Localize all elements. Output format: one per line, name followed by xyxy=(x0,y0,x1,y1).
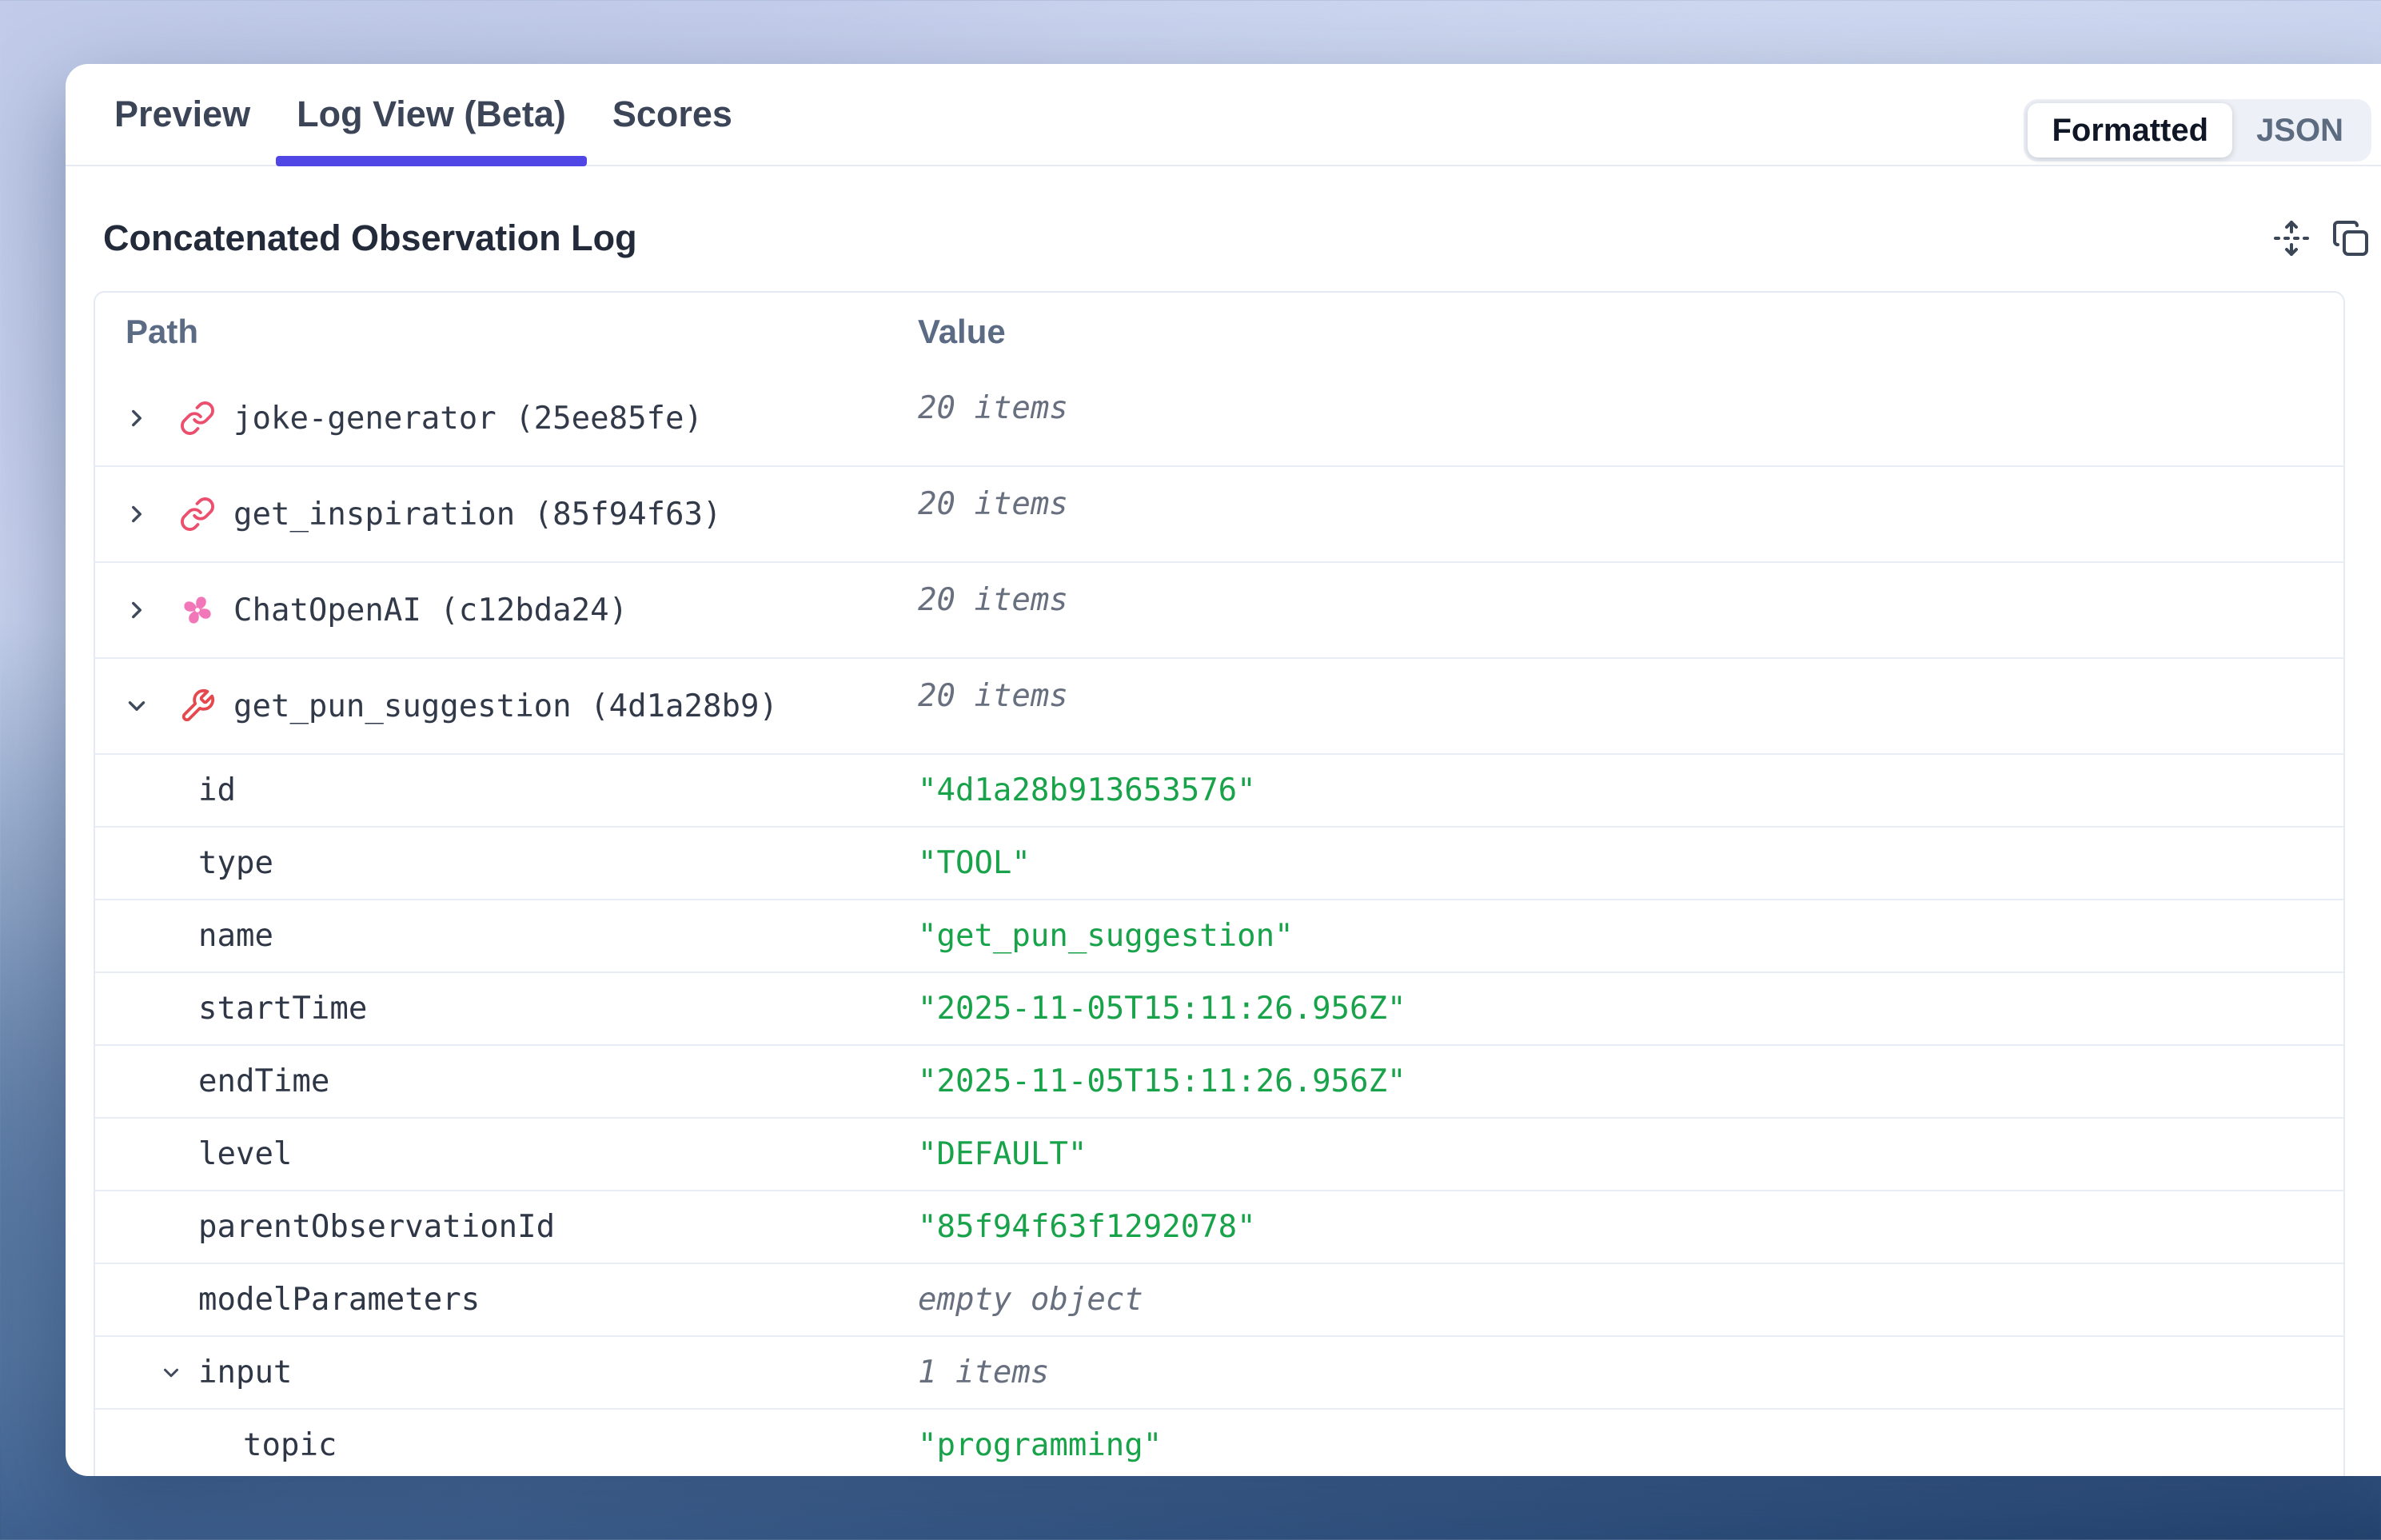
chevron-right-icon[interactable] xyxy=(123,501,150,528)
tab-bar: Preview Log View (Beta) Scores Formatted… xyxy=(66,64,2381,166)
value-cell: "DEFAULT" xyxy=(918,1119,2343,1190)
chevron-right-icon[interactable] xyxy=(123,596,150,624)
tree-row[interactable]: input 1 items xyxy=(95,1335,2343,1408)
section-title: Concatenated Observation Log xyxy=(103,217,637,259)
value-cell: "2025-11-05T15:11:26.956Z" xyxy=(918,1046,2343,1117)
value-cell: "programming" xyxy=(918,1410,2343,1476)
key-label: parentObservationId xyxy=(198,1209,555,1245)
chevron-down-icon[interactable] xyxy=(159,1361,183,1385)
section-header: Concatenated Observation Log xyxy=(103,217,2370,259)
tab-scores[interactable]: Scores xyxy=(592,64,753,165)
generation-icon xyxy=(179,592,216,628)
tree-row[interactable]: joke-generator (25ee85fe) 20 items xyxy=(95,371,2343,465)
value-cell: 20 items xyxy=(918,563,2343,657)
section-actions xyxy=(2272,219,2370,257)
path-cell: parentObservationId xyxy=(95,1191,918,1263)
tree-row: id "4d1a28b913653576" xyxy=(95,753,2343,826)
meta-value: 20 items xyxy=(918,390,1068,426)
path-cell: level xyxy=(95,1119,918,1190)
path-cell: startTime xyxy=(95,973,918,1044)
key-label: type xyxy=(198,845,273,881)
tree-row[interactable]: get_pun_suggestion (4d1a28b9) 20 items xyxy=(95,657,2343,753)
path-cell: ChatOpenAI (c12bda24) xyxy=(95,563,918,657)
node-label: get_inspiration (85f94f63) xyxy=(233,497,721,533)
tree-row[interactable]: get_inspiration (85f94f63) 20 items xyxy=(95,465,2343,561)
column-header-value: Value xyxy=(918,293,2343,371)
meta-value: 20 items xyxy=(918,678,1068,714)
wrench-icon xyxy=(179,688,216,724)
string-value: "TOOL" xyxy=(918,845,1031,881)
observation-log-table: Path Value joke-generator (25ee85fe) 20 i… xyxy=(94,291,2345,1476)
path-cell: type xyxy=(95,828,918,899)
string-value: "programming" xyxy=(918,1427,1162,1463)
meta-value: empty object xyxy=(918,1282,1143,1318)
key-label: topic xyxy=(243,1427,337,1463)
meta-value: 20 items xyxy=(918,582,1068,618)
link-icon xyxy=(179,400,216,437)
meta-value: 20 items xyxy=(918,486,1068,522)
path-cell: name xyxy=(95,900,918,971)
value-cell: "get_pun_suggestion" xyxy=(918,900,2343,971)
key-label: id xyxy=(198,772,236,808)
toggle-option-json[interactable]: JSON xyxy=(2232,103,2367,158)
tree-row: topic "programming" xyxy=(95,1408,2343,1476)
column-header-path: Path xyxy=(95,293,918,371)
copy-icon xyxy=(2331,247,2370,261)
format-toggle: Formatted JSON xyxy=(2024,99,2371,162)
string-value: "85f94f63f1292078" xyxy=(918,1209,1256,1245)
path-cell: get_inspiration (85f94f63) xyxy=(95,467,918,561)
node-label: ChatOpenAI (c12bda24) xyxy=(233,592,628,628)
expand-all-button[interactable] xyxy=(2272,219,2311,257)
tab-preview[interactable]: Preview xyxy=(94,64,271,165)
value-cell: empty object xyxy=(918,1264,2343,1335)
key-label: modelParameters xyxy=(198,1282,480,1318)
key-label: level xyxy=(198,1136,292,1172)
copy-log-button[interactable] xyxy=(2331,219,2370,257)
chevron-right-icon[interactable] xyxy=(123,405,150,432)
value-cell: "2025-11-05T15:11:26.956Z" xyxy=(918,973,2343,1044)
path-cell: get_pun_suggestion (4d1a28b9) xyxy=(95,659,918,753)
tree-row: level "DEFAULT" xyxy=(95,1117,2343,1190)
tree-row: modelParameters empty object xyxy=(95,1263,2343,1335)
value-cell: 20 items xyxy=(918,467,2343,561)
path-cell: joke-generator (25ee85fe) xyxy=(95,371,918,465)
tree-row: type "TOOL" xyxy=(95,826,2343,899)
value-cell: 20 items xyxy=(918,371,2343,465)
node-label: joke-generator (25ee85fe) xyxy=(233,401,703,437)
tree-row[interactable]: ChatOpenAI (c12bda24) 20 items xyxy=(95,561,2343,657)
key-label: input xyxy=(198,1354,292,1390)
path-cell: endTime xyxy=(95,1046,918,1117)
key-label: endTime xyxy=(198,1063,329,1099)
string-value: "2025-11-05T15:11:26.956Z" xyxy=(918,991,1406,1027)
string-value: "DEFAULT" xyxy=(918,1136,1087,1172)
path-cell: input xyxy=(95,1337,918,1408)
meta-value: 1 items xyxy=(918,1354,1049,1390)
table-header-row: Path Value xyxy=(95,293,2343,371)
tree-row: parentObservationId "85f94f63f1292078" xyxy=(95,1190,2343,1263)
value-cell: "4d1a28b913653576" xyxy=(918,755,2343,826)
string-value: "4d1a28b913653576" xyxy=(918,772,1256,808)
string-value: "get_pun_suggestion" xyxy=(918,918,1294,954)
value-cell: "85f94f63f1292078" xyxy=(918,1191,2343,1263)
unfold-vertical-icon xyxy=(2272,247,2311,261)
path-cell: modelParameters xyxy=(95,1264,918,1335)
tab-log-view[interactable]: Log View (Beta) xyxy=(276,64,587,165)
tree-row: startTime "2025-11-05T15:11:26.956Z" xyxy=(95,971,2343,1044)
path-cell: topic xyxy=(95,1410,918,1476)
value-cell: 1 items xyxy=(918,1337,2343,1408)
tree-row: endTime "2025-11-05T15:11:26.956Z" xyxy=(95,1044,2343,1117)
node-label: get_pun_suggestion (4d1a28b9) xyxy=(233,688,778,724)
string-value: "2025-11-05T15:11:26.956Z" xyxy=(918,1063,1406,1099)
link-icon xyxy=(179,496,216,533)
chevron-down-icon[interactable] xyxy=(123,692,150,720)
key-label: name xyxy=(198,918,273,954)
value-cell: "TOOL" xyxy=(918,828,2343,899)
trace-detail-card: Preview Log View (Beta) Scores Formatted… xyxy=(66,64,2381,1476)
path-cell: id xyxy=(95,755,918,826)
key-label: startTime xyxy=(198,991,367,1027)
value-cell: 20 items xyxy=(918,659,2343,753)
toggle-option-formatted[interactable]: Formatted xyxy=(2028,103,2232,158)
tree-row: name "get_pun_suggestion" xyxy=(95,899,2343,971)
